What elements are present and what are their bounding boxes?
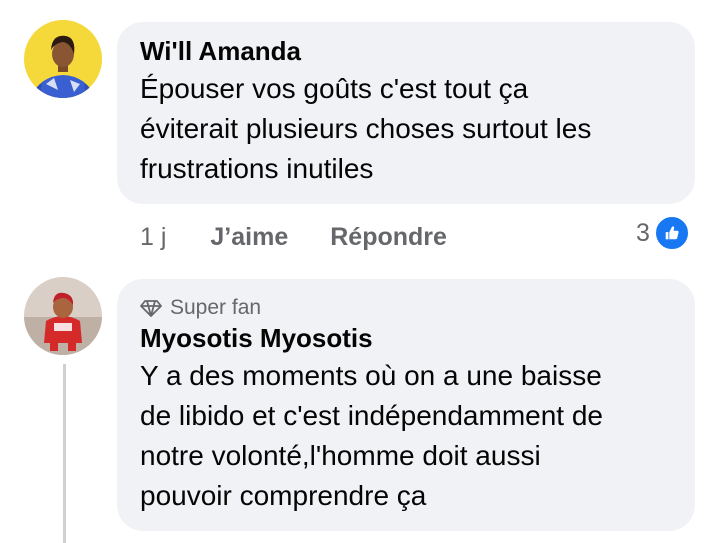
comment-text-line: de libido et c'est indépendamment de: [140, 400, 603, 431]
reaction-count: 3: [636, 218, 650, 247]
comment-text-line: Épouser vos goûts c'est tout ça: [140, 73, 529, 104]
comment-text-line: frustrations inutiles: [140, 153, 374, 184]
comments-page: Wi'll Amanda Épouser vos goûts c'est tou…: [0, 0, 720, 543]
diamond-icon: [140, 298, 162, 318]
thread-line: [63, 364, 66, 543]
reaction-summary[interactable]: 3: [636, 215, 690, 251]
comment-text: Y a des moments où on a une baisse de li…: [140, 356, 673, 516]
comment-text-line: notre volonté,l'homme doit aussi: [140, 440, 541, 471]
comment-text-line: Y a des moments où on a une baisse: [140, 360, 602, 391]
comment-author[interactable]: Wi'll Amanda: [140, 36, 673, 66]
comment-text-line: pouvoir comprendre ça: [140, 480, 427, 511]
comment-bubble: Super fan Myosotis Myosotis Y a des mome…: [117, 279, 695, 531]
comment-actions: 1 j J’aime Répondre: [140, 220, 489, 254]
like-thumbs-up-icon: [653, 215, 690, 251]
profile-photo-icon: [24, 277, 102, 355]
reply-button[interactable]: Répondre: [330, 223, 447, 252]
comment-text-line: éviterait plusieurs choses surtout les: [140, 113, 592, 144]
comment-author[interactable]: Myosotis Myosotis: [140, 323, 673, 353]
profile-photo-icon: [24, 20, 102, 98]
comment-timestamp[interactable]: 1 j: [140, 223, 166, 252]
comment-bubble: Wi'll Amanda Épouser vos goûts c'est tou…: [117, 22, 695, 204]
avatar[interactable]: [24, 20, 102, 98]
badge-label: Super fan: [170, 296, 262, 319]
super-fan-badge[interactable]: Super fan: [140, 295, 673, 321]
like-button[interactable]: J’aime: [210, 223, 288, 252]
avatar[interactable]: [24, 277, 102, 355]
comment-text: Épouser vos goûts c'est tout ça éviterai…: [140, 69, 673, 189]
